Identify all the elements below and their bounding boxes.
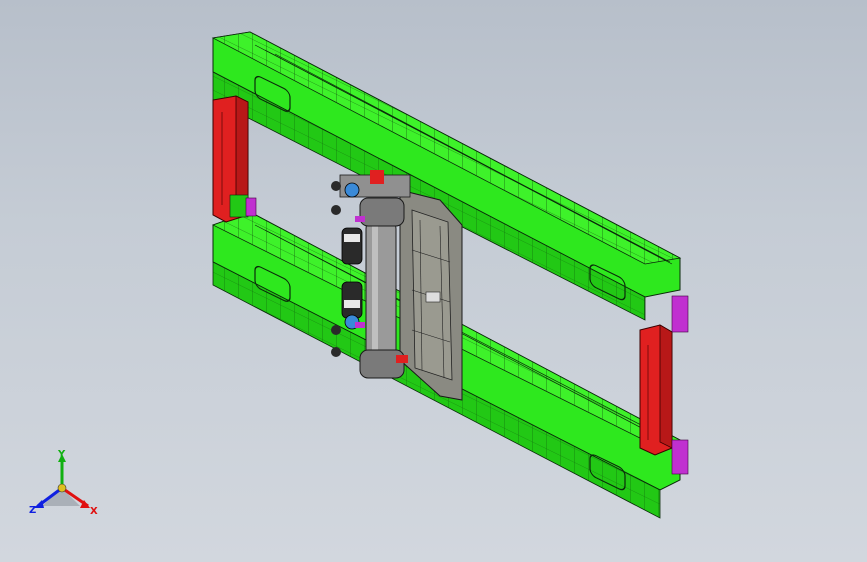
x-axis-label: X [90,506,98,517]
right-top-bracket [671,295,689,333]
z-axis-label: Z [29,505,37,516]
left-bracket [245,197,257,217]
cad-model[interactable] [0,0,867,562]
graphics-viewport[interactable]: Y X Z [0,0,867,562]
y-axis-label: Y [58,449,66,460]
carriage-plate[interactable] [399,189,463,401]
right-upright[interactable] [639,295,689,475]
right-bottom-bracket [671,439,689,475]
